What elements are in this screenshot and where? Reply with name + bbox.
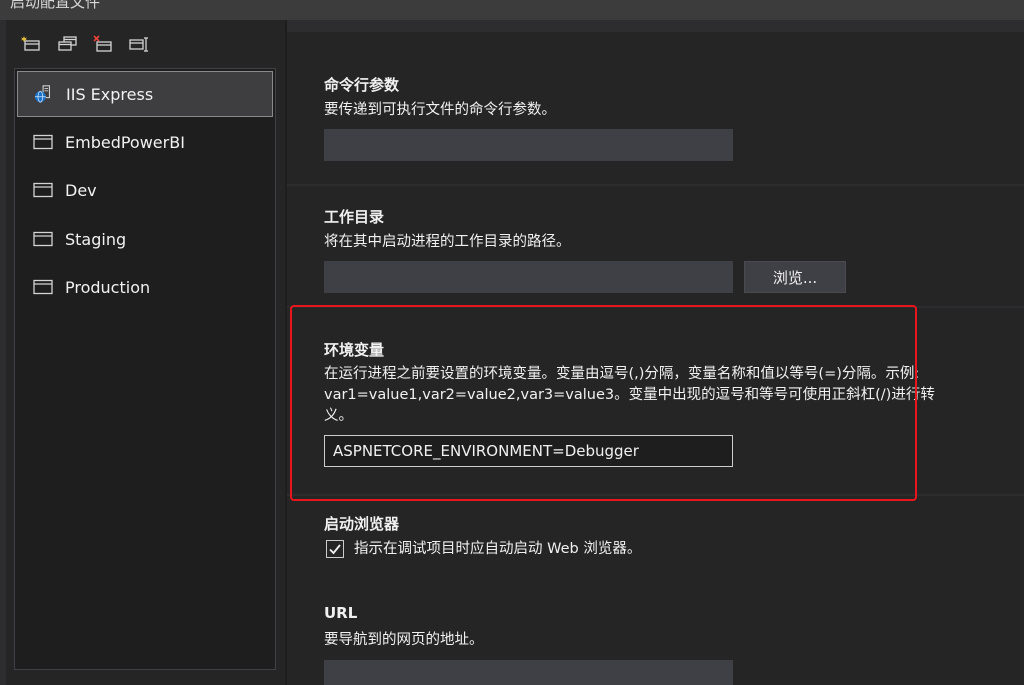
env-vars-input[interactable]: ASPNETCORE_ENVIRONMENT=Debugger	[324, 435, 733, 467]
window-icon	[33, 133, 53, 151]
checkmark-icon	[329, 544, 341, 555]
env-vars-description-line-1: 在运行进程之前要设置的环境变量。变量由逗号(,)分隔，变量名称和值以等号(=)分…	[324, 366, 920, 382]
profile-label: EmbedPowerBI	[65, 132, 185, 152]
copy-profile-button[interactable]	[54, 34, 80, 54]
env-vars-title: 环境变量	[324, 341, 385, 359]
command-args-section: 命令行参数 要传递到可执行文件的命令行参数。	[287, 32, 1024, 184]
url-input[interactable]	[324, 660, 733, 685]
launch-browser-label[interactable]: 指示在调试项目时应自动启动 Web 浏览器。	[354, 539, 641, 560]
working-dir-title: 工作目录	[324, 208, 385, 226]
profile-item-embedpowerbi[interactable]: EmbedPowerBI	[17, 119, 273, 165]
profiles-pane: IIS Express EmbedPowerBI Dev Staging Pro…	[6, 20, 285, 685]
window-icon	[33, 278, 53, 296]
command-args-description: 要传递到可执行文件的命令行参数。	[324, 102, 556, 118]
profile-item-iis-express[interactable]: IIS Express	[17, 71, 273, 117]
profile-label: Dev	[65, 180, 97, 200]
profile-item-dev[interactable]: Dev	[17, 167, 273, 213]
new-profile-icon	[20, 36, 40, 51]
launch-browser-title: 启动浏览器	[324, 515, 400, 533]
env-vars-description-line-2: var1=value1,var2=value2,var3=value3。变量中出…	[324, 387, 935, 403]
rename-profile-button[interactable]	[126, 34, 152, 54]
profiles-list: IIS Express EmbedPowerBI Dev Staging Pro…	[14, 68, 276, 670]
profile-label: Staging	[65, 229, 127, 249]
env-vars-description-line-3: 义。	[324, 408, 353, 424]
delete-profile-icon	[93, 35, 112, 52]
iis-globe-icon	[34, 85, 54, 103]
settings-pane: 命令行参数 要传递到可执行文件的命令行参数。 工作目录 将在其中启动进程的工作目…	[287, 20, 1024, 685]
profiles-toolbar	[18, 34, 152, 54]
profile-item-staging[interactable]: Staging	[17, 216, 273, 262]
command-args-title: 命令行参数	[324, 76, 400, 94]
url-title: URL	[324, 604, 358, 622]
launch-browser-checkbox[interactable]	[326, 540, 344, 558]
rename-profile-icon	[129, 37, 148, 52]
browse-button[interactable]: 浏览...	[744, 261, 846, 293]
delete-profile-button[interactable]	[90, 34, 116, 54]
profile-item-production[interactable]: Production	[17, 264, 273, 310]
working-dir-description: 将在其中启动进程的工作目录的路径。	[324, 234, 571, 250]
profile-label: IIS Express	[66, 84, 154, 104]
window-icon	[33, 181, 53, 199]
copy-profile-icon	[58, 36, 77, 51]
new-profile-button[interactable]	[18, 34, 44, 54]
command-args-input[interactable]	[324, 129, 733, 161]
dialog-title: 启动配置文件	[10, 0, 101, 11]
url-description: 要导航到的网页的地址。	[324, 632, 484, 648]
dialog-titlebar: 启动配置文件	[0, 0, 1024, 20]
env-vars-section: 环境变量 在运行进程之前要设置的环境变量。变量由逗号(,)分隔，变量名称和值以等…	[287, 308, 1024, 494]
working-dir-section: 工作目录 将在其中启动进程的工作目录的路径。 浏览...	[287, 186, 1024, 306]
profile-label: Production	[65, 277, 151, 297]
working-dir-input[interactable]	[324, 261, 733, 293]
window-icon	[33, 230, 53, 248]
launch-url-section: 启动浏览器 指示在调试项目时应自动启动 Web 浏览器。 URL 要导航到的网页…	[287, 496, 1024, 685]
